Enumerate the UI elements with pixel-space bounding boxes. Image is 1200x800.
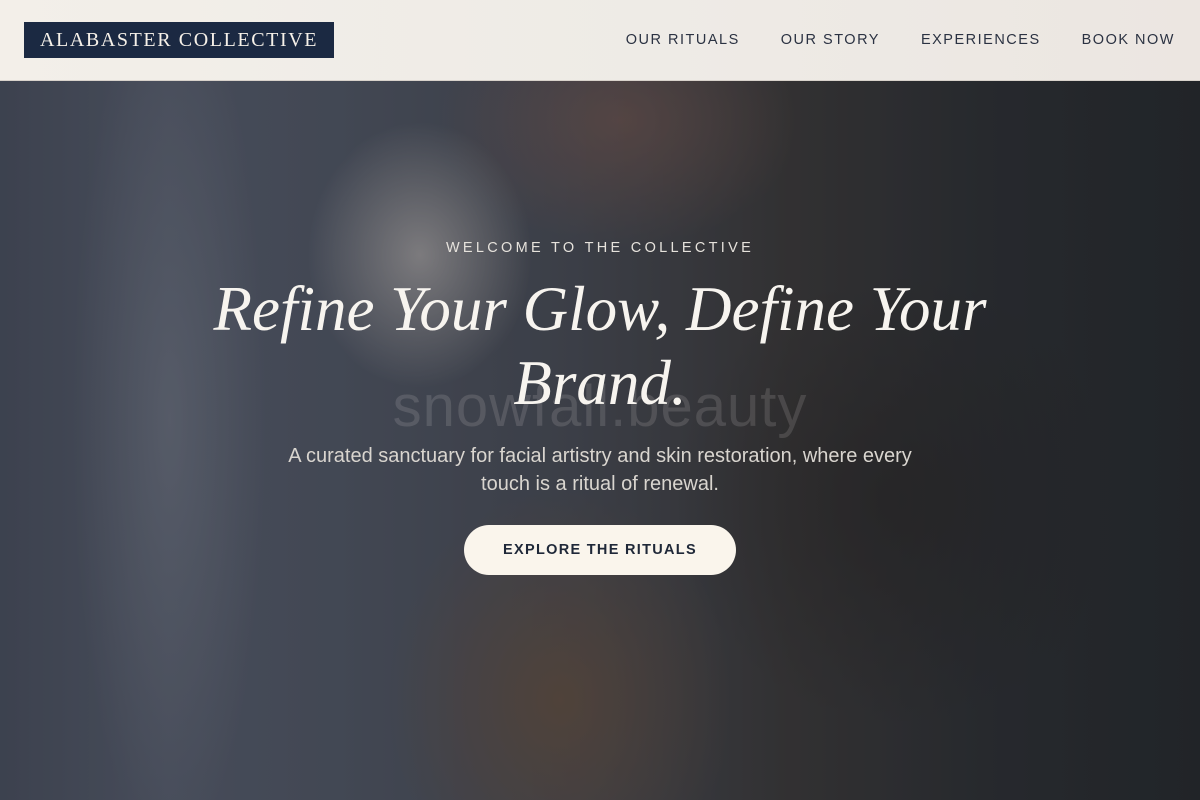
explore-rituals-button[interactable]: EXPLORE THE RITUALS <box>464 525 736 575</box>
hero-section: WELCOME TO THE COLLECTIVE snowfall.beaut… <box>0 0 1200 800</box>
hero-subtext: A curated sanctuary for facial artistry … <box>288 445 912 495</box>
hero-eyebrow: WELCOME TO THE COLLECTIVE <box>445 240 755 256</box>
hero-headline: Refine Your Glow, Define Your Brand. <box>213 274 987 418</box>
